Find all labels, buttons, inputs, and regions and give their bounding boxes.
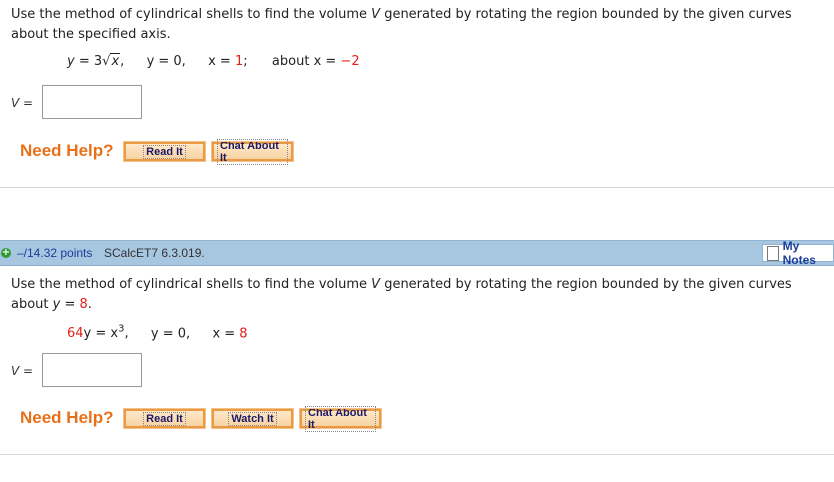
my-notes-button[interactable]: My Notes: [762, 239, 834, 267]
q2-eq1: 64y = x3,: [67, 324, 129, 342]
q1-eq2: y = 0,: [146, 54, 186, 69]
q2-v-label: V =: [11, 364, 34, 378]
q2-eq2: y = 0,: [150, 326, 191, 342]
q1-axis: about x = −2: [271, 54, 360, 69]
q2-code: SCalcET7 6.3.019.: [104, 246, 205, 260]
q2-need-help: Need Help?: [20, 408, 114, 427]
q1-chat-button[interactable]: Chat About It: [211, 138, 294, 165]
q2-equations: 64y = x3, y = 0, x = 8: [67, 324, 248, 341]
q2-answer-input[interactable]: [42, 353, 142, 387]
q1-v-label: V =: [11, 96, 34, 110]
q1-prompt: Use the method of cylindrical shells to …: [11, 7, 792, 42]
q1-equations: y = 3√x, y = 0, x = 1; about x = −2: [67, 53, 360, 69]
q1-answer-input[interactable]: [42, 85, 142, 119]
q2-chat-button[interactable]: Chat About It: [299, 405, 382, 432]
divider: [0, 454, 834, 455]
notes-icon: [767, 245, 779, 261]
q2-read-it-button[interactable]: Read It: [123, 408, 206, 429]
q1-eq3: x = 1;: [208, 54, 248, 69]
q1-need-help: Need Help?: [20, 141, 114, 160]
sqrt-icon: √x: [102, 53, 121, 69]
q1-eq1: y: [67, 54, 75, 69]
divider: [0, 187, 834, 188]
q2-points: –/14.32 points: [17, 246, 93, 260]
q2-watch-it-button[interactable]: Watch It: [211, 408, 294, 429]
plus-circle-icon[interactable]: +: [1, 248, 11, 258]
q1-read-it-button[interactable]: Read It: [123, 141, 206, 162]
q2-eq3: x = 8: [212, 326, 248, 342]
q2-prompt: Use the method of cylindrical shells to …: [11, 277, 792, 312]
